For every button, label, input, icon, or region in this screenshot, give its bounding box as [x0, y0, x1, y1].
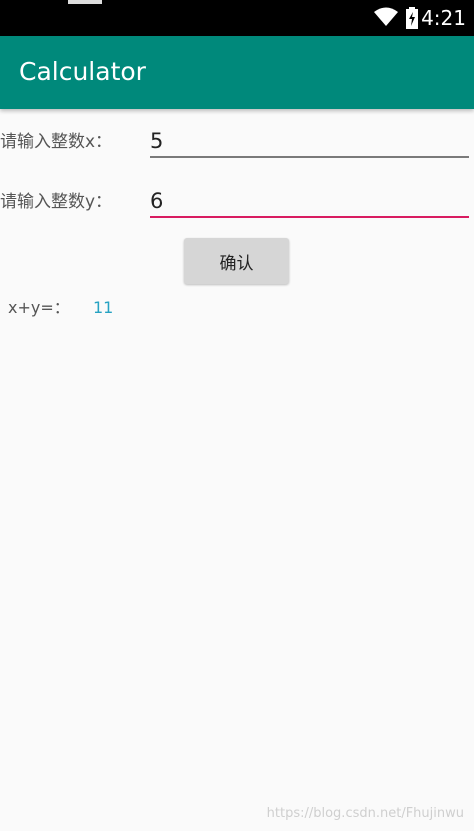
app-screen: 4:21 Calculator 请输入整数x： 请输入整数y： 确认 x+y=：…: [0, 0, 474, 831]
confirm-button[interactable]: 确认: [184, 238, 289, 284]
y-input-label: 请输入整数y：: [0, 192, 113, 212]
wifi-icon: [374, 7, 398, 26]
battery-icon: [406, 7, 418, 29]
app-title: Calculator: [19, 57, 146, 86]
y-input[interactable]: [150, 186, 469, 218]
x-input[interactable]: [150, 126, 469, 158]
watermark: https://blog.csdn.net/Fhujinwu: [266, 806, 464, 821]
result-label: x+y=：: [8, 298, 70, 317]
app-bar: Calculator: [0, 36, 474, 109]
status-time: 4:21: [421, 6, 466, 30]
status-bar-sliver: [68, 0, 102, 4]
status-bar: 4:21: [0, 0, 474, 36]
result-value: 11: [93, 298, 114, 317]
x-input-label: 请输入整数x：: [0, 132, 113, 152]
